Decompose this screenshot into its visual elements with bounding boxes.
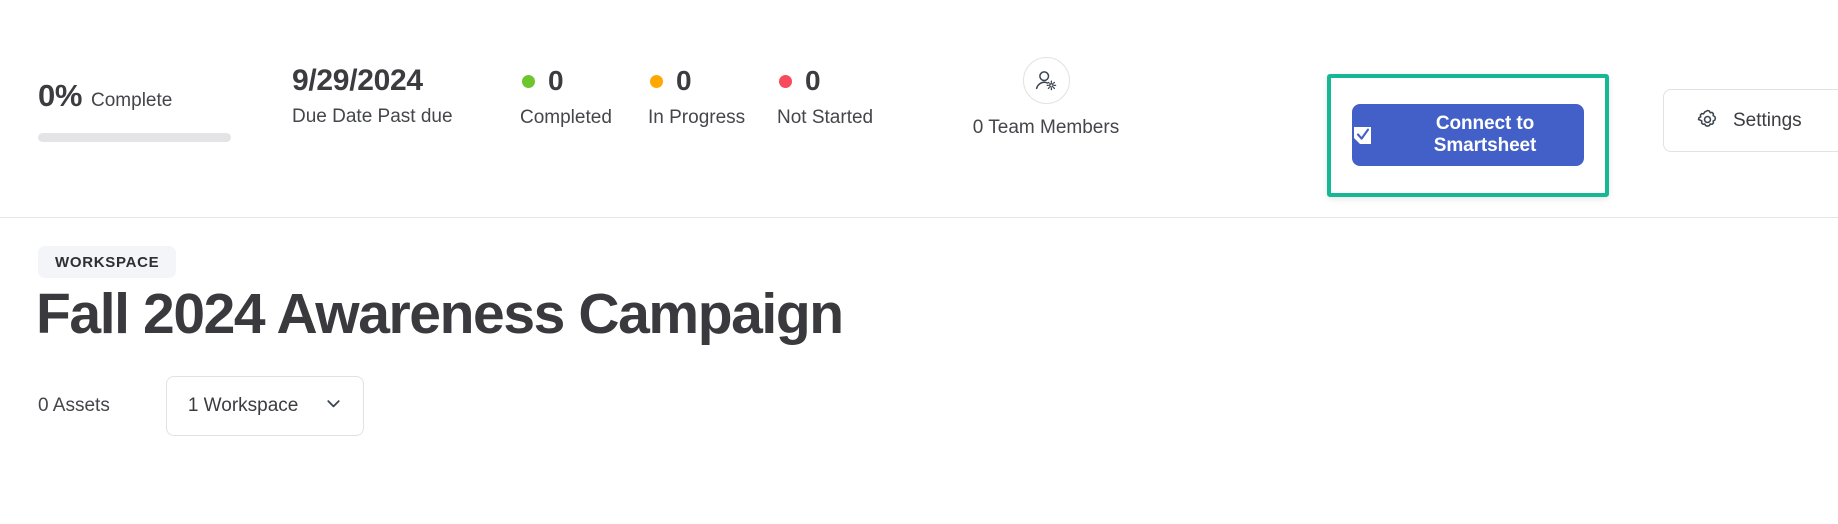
status-label-not-started: Not Started bbox=[777, 107, 874, 128]
user-settings-icon bbox=[1035, 70, 1057, 90]
status-label-completed: Completed bbox=[520, 107, 612, 128]
status-count-completed: 0 bbox=[548, 65, 564, 96]
due-date-stat: 9/29/2024 Due Date Past due bbox=[292, 64, 453, 128]
workspace-filter-select[interactable]: 1 Workspace bbox=[165, 376, 364, 436]
project-header-page: 0% Complete 9/29/2024 Due Date Past due … bbox=[0, 0, 1838, 524]
assets-row: 0 Assets 1 Workspace bbox=[38, 376, 364, 436]
summary-bar: 0% Complete 9/29/2024 Due Date Past due … bbox=[0, 0, 1838, 218]
progress-stat: 0% Complete bbox=[38, 78, 298, 142]
main-content: WORKSPACE Fall 2024 Awareness Campaign 0… bbox=[0, 219, 1838, 524]
workspace-badge: WORKSPACE bbox=[38, 246, 177, 278]
status-top-row: 0 bbox=[520, 64, 612, 98]
due-date-status-label: Due Date Past due bbox=[292, 106, 453, 127]
progress-complete-label: Complete bbox=[91, 90, 173, 111]
status-top-row: 0 bbox=[648, 64, 745, 98]
settings-label: Settings bbox=[1733, 109, 1802, 131]
status-stat-in-progress: 0 In Progress bbox=[648, 64, 745, 129]
smartsheet-check-icon bbox=[1352, 125, 1373, 146]
connect-to-smartsheet-button[interactable]: Connect to Smartsheet bbox=[1352, 104, 1584, 166]
team-members-label: 0 Team Members bbox=[972, 117, 1120, 138]
team-members-button[interactable]: 0 Team Members bbox=[972, 57, 1120, 139]
status-count-not-started: 0 bbox=[805, 65, 821, 96]
connect-to-smartsheet-label: Connect to Smartsheet bbox=[1433, 113, 1537, 156]
status-dot-completed bbox=[522, 74, 535, 88]
status-label-in-progress: In Progress bbox=[648, 107, 746, 128]
page-title: Fall 2024 Awareness Campaign bbox=[36, 282, 844, 346]
status-top-row: 0 bbox=[777, 64, 873, 98]
status-dot-in-progress bbox=[650, 74, 663, 88]
progress-bar-track bbox=[38, 133, 231, 142]
status-stat-not-started: 0 Not Started bbox=[777, 64, 873, 129]
team-avatar bbox=[1022, 57, 1070, 104]
progress-text-line: 0% Complete bbox=[38, 78, 298, 114]
workspace-filter-value: 1 Workspace bbox=[187, 395, 299, 416]
status-count-in-progress: 0 bbox=[676, 65, 692, 96]
status-stat-completed: 0 Completed bbox=[520, 64, 612, 129]
due-date-value: 9/29/2024 bbox=[292, 64, 423, 97]
status-dot-not-started bbox=[779, 74, 792, 88]
progress-percent: 0% bbox=[38, 78, 83, 113]
assets-count-label: 0 Assets bbox=[38, 395, 110, 416]
chevron-down-icon bbox=[324, 394, 343, 418]
gear-icon bbox=[1696, 108, 1719, 134]
settings-button[interactable]: Settings bbox=[1663, 89, 1838, 152]
